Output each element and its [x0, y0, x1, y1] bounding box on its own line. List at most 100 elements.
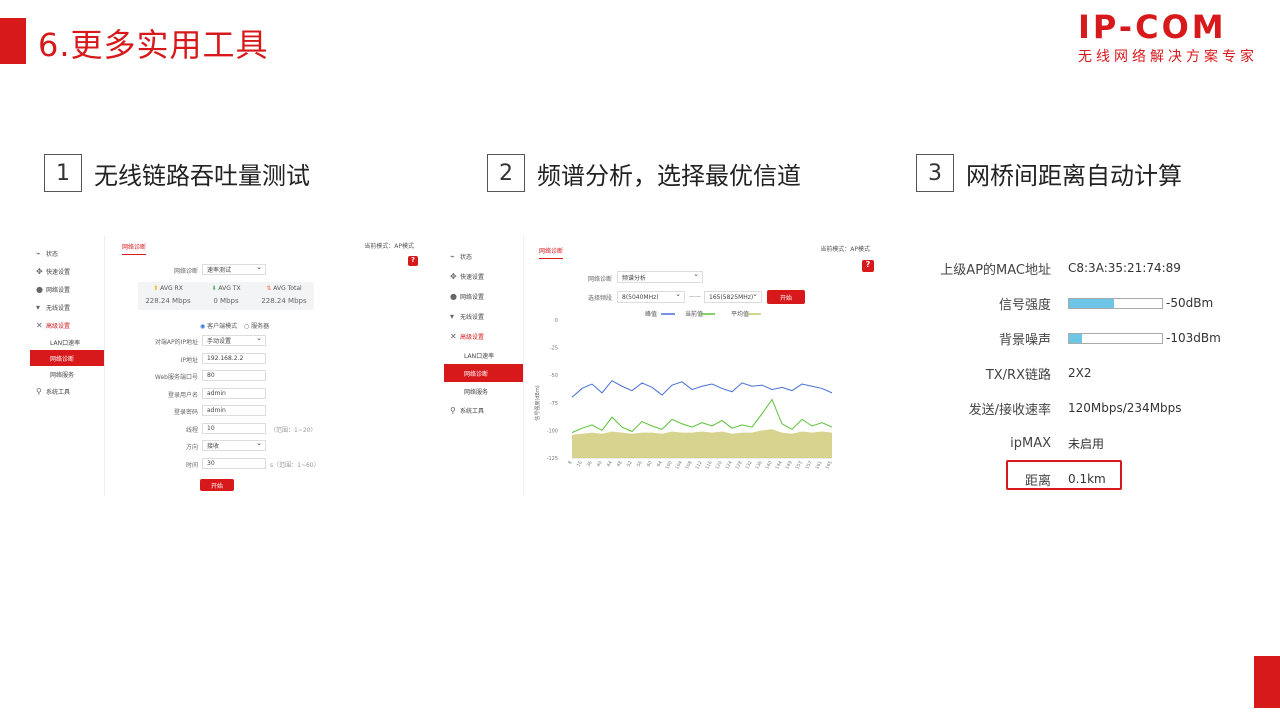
x-tick-label: 8	[567, 460, 574, 466]
help-icon[interactable]: ?	[408, 256, 418, 266]
sidebar-item-quick-setup[interactable]: ✥ 快速设置	[444, 266, 523, 286]
x-tick-label: 36	[586, 460, 594, 468]
feature-3: 3 网桥间距离自动计算	[916, 154, 1182, 192]
noise-bar-fill	[1069, 333, 1083, 343]
wrench-icon: ⚲	[450, 405, 456, 415]
arrow-up-icon: ⬆	[153, 285, 159, 292]
x-tick-label: 140	[764, 460, 774, 471]
info-key: ipMAX	[1010, 435, 1051, 451]
info-key: 信号强度	[998, 297, 1051, 313]
sidebar-item-diagnosis[interactable]: 网络诊断	[444, 364, 523, 382]
freq-separator: ——	[689, 293, 701, 300]
info-value: -103dBm	[1068, 331, 1221, 345]
field-select[interactable]: 接收	[202, 439, 266, 451]
start-button[interactable]: 开始	[200, 479, 234, 491]
help-icon[interactable]: ?	[862, 260, 874, 272]
x-tick-label: 44	[606, 460, 614, 468]
sidebar-item-advanced[interactable]: ✕ 高级设置	[30, 316, 104, 334]
sidebar-item-advanced[interactable]: ✕ 高级设置	[444, 326, 523, 346]
noise-bar	[1068, 332, 1163, 344]
logo-main: IP-COM	[1078, 8, 1227, 46]
main-content: 网络诊断 当前模式：AP模式 ? 网络诊断 频谱分析 选择频段 8(5040MH…	[527, 236, 874, 496]
field-input[interactable]: admin	[202, 405, 266, 416]
sidebar-item-network[interactable]: ● 网络设置	[444, 286, 523, 306]
series-current-line	[571, 398, 833, 434]
spectrum-chart: 峰值 当前值 平均值 0 -25 -50 -75 -100 -125 信号强度(dBm) 8 16 36…	[534, 310, 834, 471]
wifi-icon: ▾	[36, 302, 41, 312]
x-tick-label: 128	[734, 460, 744, 471]
sidebar-item-services[interactable]: 网络服务	[30, 366, 104, 382]
field-select[interactable]: 手动设置	[202, 334, 266, 346]
start-button[interactable]: 开始	[767, 290, 805, 304]
mode-radio-server[interactable]: ○ 服务器	[244, 321, 269, 330]
main-content: 网络诊断 当前模式：AP模式 ? 网络诊断 速率测试 ⬆ AVG RX 228.…	[108, 236, 418, 496]
mode-radio-client[interactable]: ◉ 客户端模式	[200, 321, 237, 330]
y-tick-label: -100	[547, 428, 558, 434]
info-key: TX/RX链路	[985, 367, 1051, 383]
x-tick-label: 64	[656, 460, 664, 468]
bridge-info-panel: 上级AP的MAC地址 C8:3A:35:21:74:89 信号强度 -50dBm…	[930, 250, 1230, 500]
diag-select[interactable]: 速率测试	[202, 263, 266, 275]
radio-unchecked-icon: ○	[244, 323, 250, 330]
field-input[interactable]: 192.168.2.2	[202, 352, 266, 364]
info-row-signal: 信号强度 -50dBm	[930, 293, 1230, 313]
sidebar-item-network[interactable]: ● 网络设置	[30, 280, 104, 298]
field-input[interactable]: 80	[202, 370, 266, 381]
field-input[interactable]: 10	[202, 422, 266, 434]
pulse-icon: ⌁	[36, 248, 41, 258]
sidebar-item-diagnosis[interactable]: 网络诊断	[30, 350, 104, 366]
sidebar-item-services[interactable]: 网络服务	[444, 382, 523, 400]
sidebar-item-status[interactable]: ⌁ 状态	[30, 244, 104, 262]
freq-from-select[interactable]: 8(5040MHz)	[617, 290, 685, 303]
sidebar-item-system-tools[interactable]: ⚲ 系统工具	[444, 400, 523, 420]
stat-tx: ⬇ AVG TX 0 Mbps	[211, 285, 241, 305]
feature-number: 3	[916, 154, 954, 192]
sidebar-item-status[interactable]: ⌁ 状态	[444, 246, 523, 266]
diag-select[interactable]: 频谱分析	[617, 270, 703, 283]
throughput-panel: ⌁ 状态 ✥ 快速设置 ● 网络设置 ▾ 无线设置 ✕ 高级设置 LAN口速率 网络诊断 …	[30, 236, 418, 496]
x-tick-label: 120	[714, 460, 724, 471]
radio-checked-icon: ◉	[200, 323, 206, 330]
signal-value: -50dBm	[1166, 296, 1214, 310]
y-tick-label: -25	[550, 346, 558, 352]
noise-value: -103dBm	[1166, 331, 1221, 345]
x-tick-label: 136	[754, 460, 764, 471]
diag-label: 网络诊断	[173, 268, 198, 275]
page-title: 6.更多实用工具	[38, 26, 269, 64]
sidebar-item-system-tools[interactable]: ⚲ 系统工具	[30, 382, 104, 400]
move-icon: ✥	[36, 266, 43, 276]
field-hint: s（范围：1~60）	[270, 461, 320, 469]
legend-label: 平均值	[731, 310, 749, 318]
stats-box: ⬆ AVG RX 228.24 Mbps ⬇ AVG TX 0 Mbps ⇅ A…	[138, 282, 314, 310]
x-tick-label: 153	[794, 460, 804, 471]
feature-number: 2	[487, 154, 525, 192]
y-tick-label: -125	[547, 456, 558, 462]
field-input[interactable]: 30	[202, 457, 266, 469]
logo-slogan: 无线网络解决方案专家	[1078, 49, 1258, 65]
wrench-icon: ⚲	[36, 386, 42, 396]
field-label: 登录用户名	[167, 391, 198, 399]
x-tick-label: 112	[694, 460, 704, 471]
sidebar-item-lan-rate[interactable]: LAN口速率	[30, 334, 104, 350]
series-average-area	[572, 429, 832, 458]
tab-diagnosis[interactable]: 网络诊断	[539, 246, 564, 259]
field-label: Web服务端口号	[154, 374, 198, 381]
logo: IP-COM 无线网络解决方案专家	[1078, 10, 1268, 66]
feature-1: 1 无线链路吞吐量测试	[44, 154, 310, 192]
info-value: -50dBm	[1068, 296, 1213, 310]
signal-bar	[1068, 297, 1163, 309]
sidebar: ⌁ 状态 ✥ 快速设置 ● 网络设置 ▾ 无线设置 ✕ 高级设置 LAN口速率 网络诊断 …	[444, 236, 524, 496]
field-input[interactable]: admin	[202, 387, 266, 399]
spectrum-panel: ⌁ 状态 ✥ 快速设置 ● 网络设置 ▾ 无线设置 ✕ 高级设置 LAN口速率 网络诊断 …	[444, 236, 874, 496]
sidebar-item-quick-setup[interactable]: ✥ 快速设置	[30, 262, 104, 280]
info-row-chains: TX/RX链路 2X2	[930, 363, 1230, 383]
x-tick-label: 124	[724, 460, 734, 471]
feature-number: 1	[44, 154, 82, 192]
swap-icon: ⇅	[266, 285, 272, 292]
title-accent-bar	[0, 18, 26, 64]
sidebar-item-wireless[interactable]: ▾ 无线设置	[30, 298, 104, 316]
sidebar-item-wireless[interactable]: ▾ 无线设置	[444, 306, 523, 326]
tab-diagnosis[interactable]: 网络诊断	[122, 242, 147, 255]
freq-to-select[interactable]: 165(5825MHz)	[704, 290, 762, 303]
sidebar-item-lan-rate[interactable]: LAN口速率	[444, 346, 523, 364]
